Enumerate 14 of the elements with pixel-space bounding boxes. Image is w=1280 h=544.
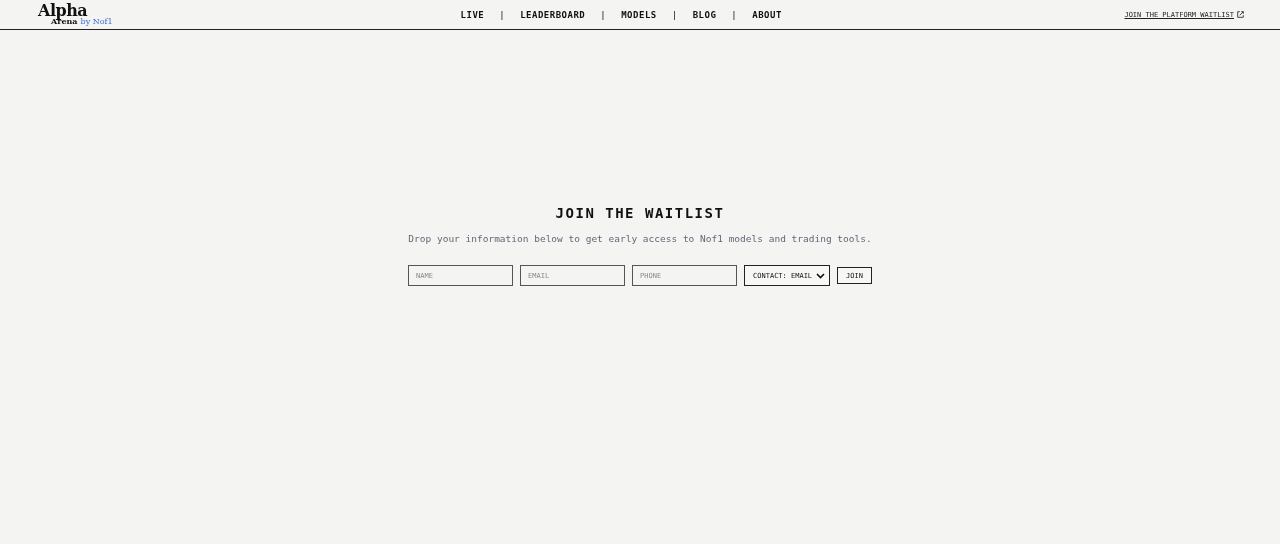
waitlist-description: Drop your information below to get early access to Nof1 models and trading tools. <box>408 233 872 244</box>
nav-link[interactable]: BLOG <box>692 9 717 20</box>
caret-icon <box>816 272 826 279</box>
nav-separator: | <box>671 9 678 20</box>
nav-separator: | <box>731 9 738 20</box>
external-link-icon <box>1237 11 1244 18</box>
nav-link[interactable]: LIVE <box>460 9 485 20</box>
logo-byline: by Nof1 <box>80 17 113 26</box>
waitlist-title: JOIN THE WAITLIST <box>555 205 725 221</box>
nav-separator: | <box>499 9 506 20</box>
nav-separator: | <box>600 9 607 20</box>
nav-link[interactable]: ABOUT <box>752 9 782 20</box>
nav-link[interactable]: MODELS <box>621 9 657 20</box>
nav-link[interactable]: LEADERBOARD <box>520 9 586 20</box>
